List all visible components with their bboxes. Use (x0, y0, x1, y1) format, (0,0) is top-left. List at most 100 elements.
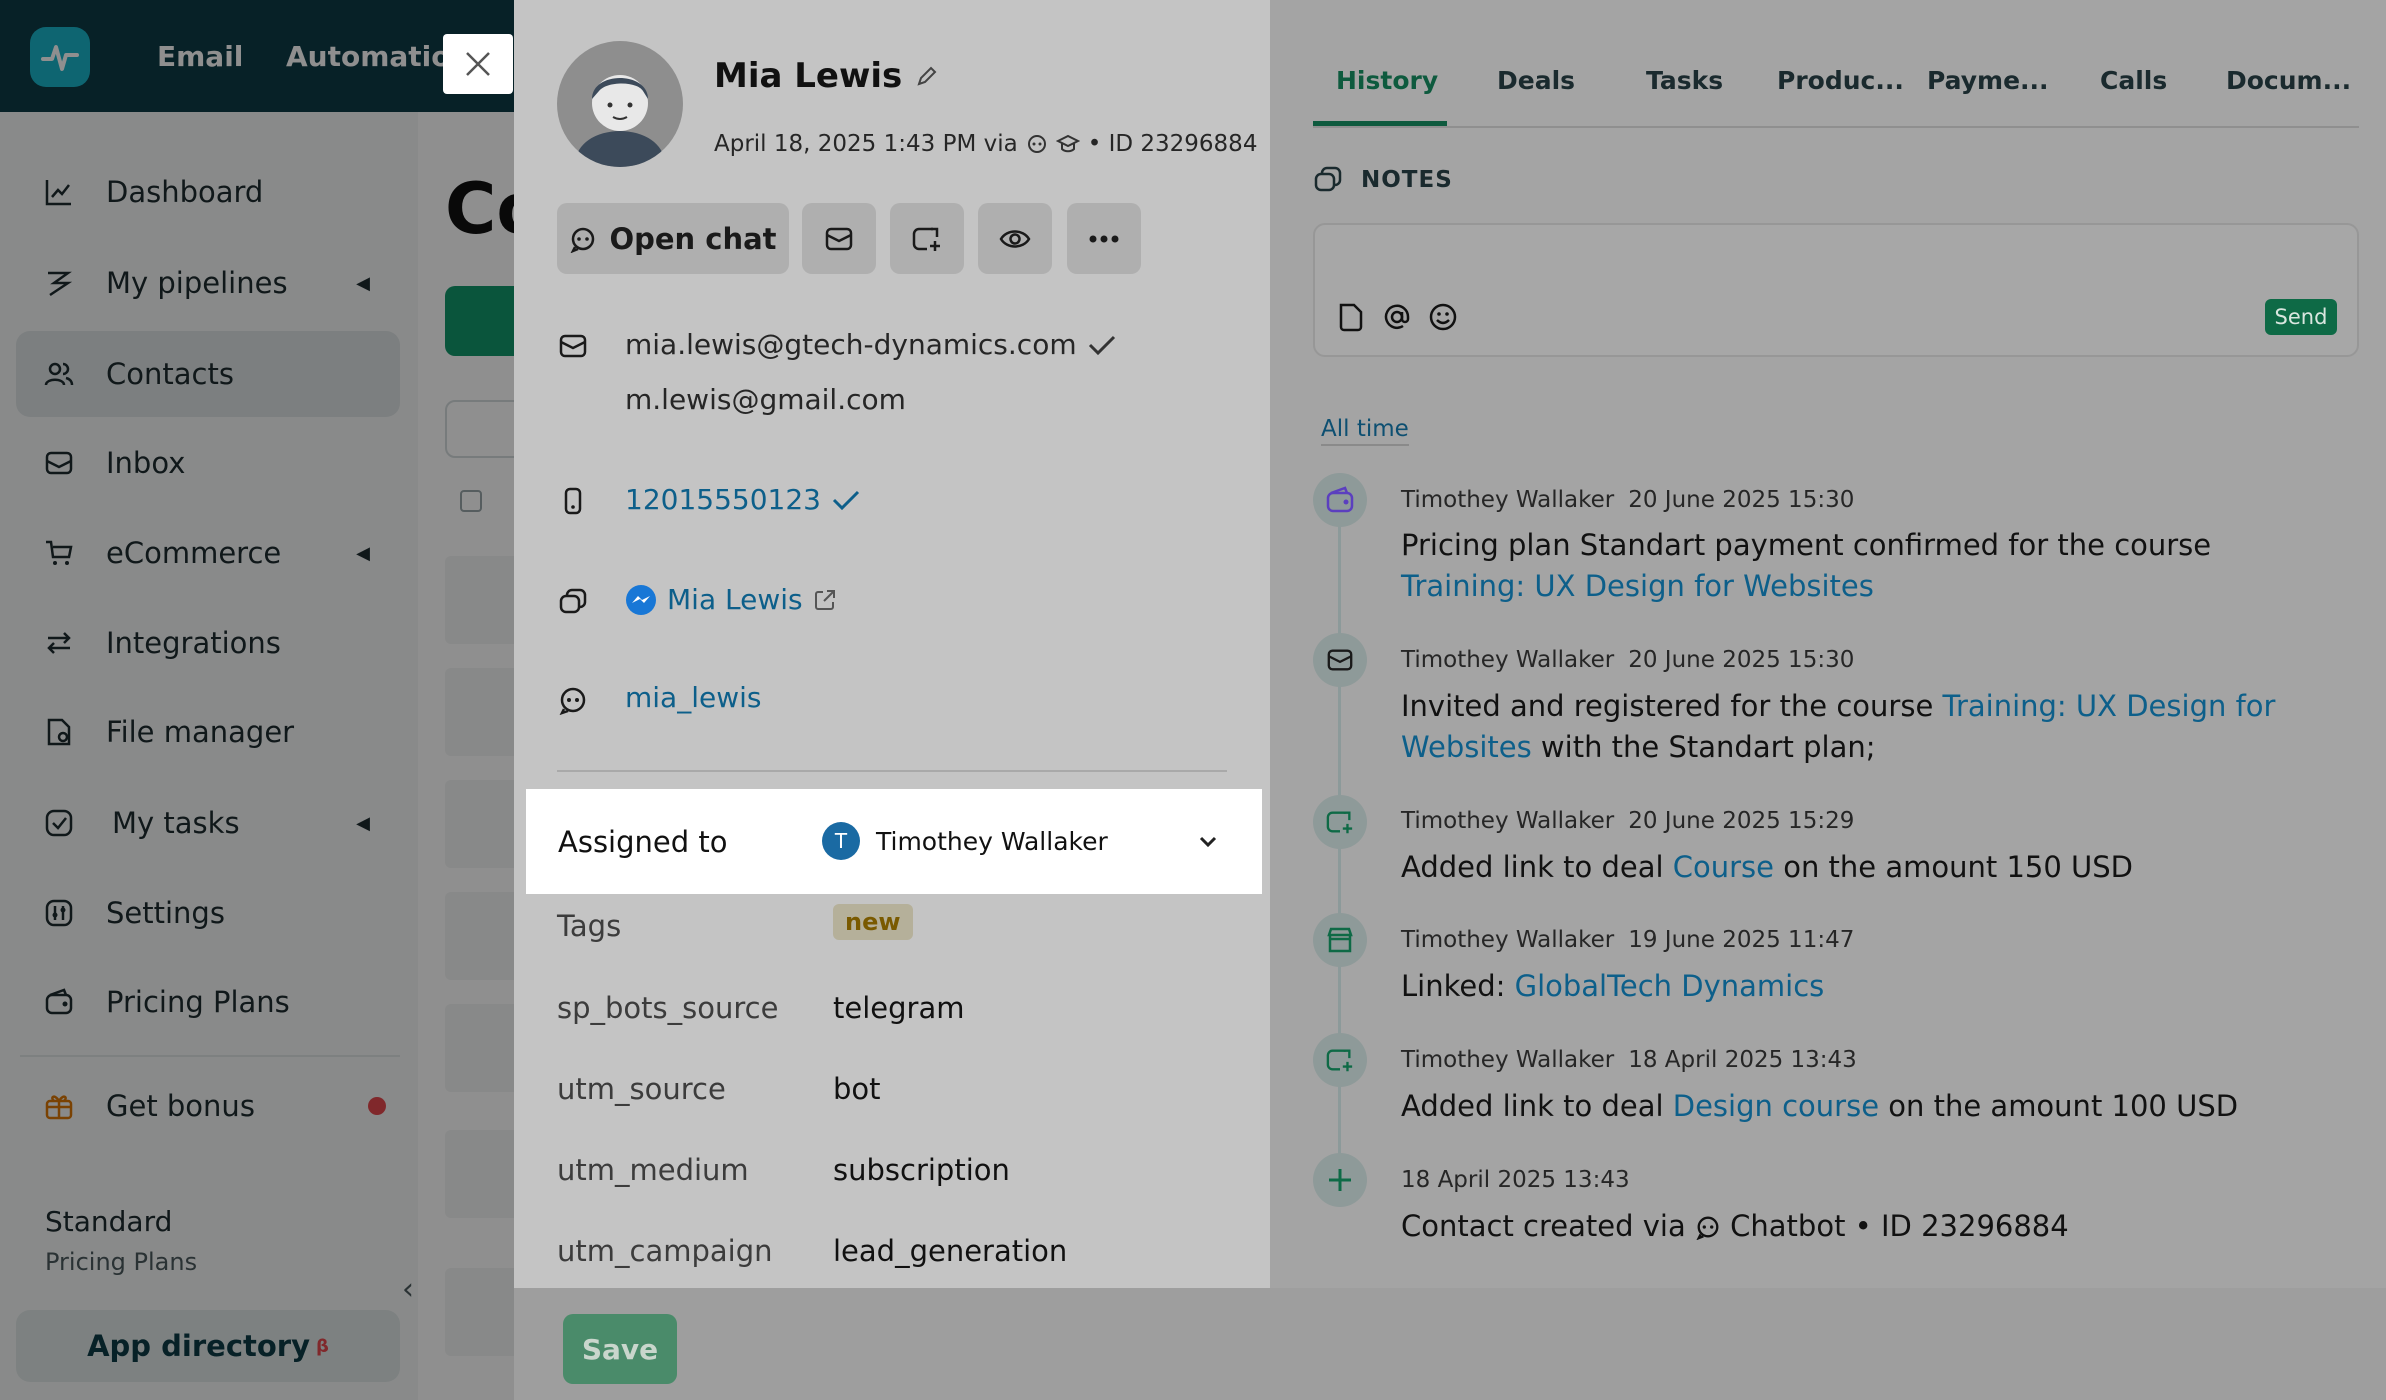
tab-history[interactable]: History (1336, 66, 1438, 95)
event-link[interactable]: Design course (1673, 1089, 1879, 1123)
event-text-post: on the amount 150 USD (1774, 850, 2134, 884)
field-value[interactable]: bot (833, 1072, 881, 1106)
tab-documents[interactable]: Docum... (2226, 66, 2351, 95)
plus-icon (1313, 1153, 1367, 1207)
tab-bar (1313, 0, 2359, 128)
event-text: Linked: GlobalTech Dynamics (1401, 966, 2341, 1007)
event-meta: Timothey Wallaker 20 June 2025 15:30 (1401, 487, 1854, 513)
chatbot-icon (557, 684, 589, 716)
verified-check-icon (1088, 335, 1115, 355)
field-value[interactable]: telegram (833, 991, 964, 1025)
contact-meta: April 18, 2025 1:43 PM via • ID 23296884 (714, 131, 1257, 157)
save-button[interactable]: Save (563, 1314, 677, 1384)
event-meta: Timothey Wallaker 18 April 2025 13:43 (1401, 1047, 1857, 1073)
tab-products[interactable]: Produc... (1777, 66, 1904, 95)
chevron-down-icon[interactable] (1196, 831, 1220, 855)
event-text-pre: Added link to deal (1401, 1089, 1673, 1123)
event-text-post: on the amount 100 USD (1879, 1089, 2239, 1123)
eye-icon (999, 229, 1031, 248)
tab-payments[interactable]: Payme... (1927, 66, 2049, 95)
divider (557, 770, 1227, 772)
created-date: April 18, 2025 1:43 PM via (714, 131, 1018, 157)
event-link[interactable]: Course (1673, 850, 1774, 884)
event-text-post: with the Standart plan; (1531, 730, 1876, 764)
tab-tasks[interactable]: Tasks (1646, 66, 1723, 95)
messenger-link[interactable]: Mia Lewis (625, 583, 837, 616)
messenger-name: Mia Lewis (667, 583, 803, 616)
more-actions-button[interactable] (1067, 203, 1141, 274)
field-value[interactable]: subscription (833, 1153, 1010, 1187)
event-time: 19 June 2025 11:47 (1628, 927, 1855, 953)
close-panel-button[interactable] (443, 34, 513, 94)
verified-check-icon (832, 490, 860, 510)
add-deal-icon (1313, 795, 1367, 849)
event-text: Pricing plan Standart payment confirmed … (1401, 525, 2341, 607)
contact-id: • ID 23296884 (1087, 131, 1258, 157)
external-link-icon (814, 589, 835, 610)
chatbot-username[interactable]: mia_lewis (625, 681, 762, 714)
event-text: Added link to deal Course on the amount … (1401, 847, 2341, 888)
open-chat-button[interactable]: Open chat (557, 203, 789, 274)
chatbot-icon (1696, 1216, 1719, 1241)
email-primary-text: mia.lewis@gtech-dynamics.com (625, 328, 1077, 361)
email-secondary[interactable]: m.lewis@gmail.com (625, 383, 906, 416)
store-icon (1313, 913, 1367, 967)
notes-icon (1314, 166, 1342, 192)
event-text-pre: Linked: (1401, 969, 1515, 1003)
contact-name: Mia Lewis (714, 56, 938, 96)
event-text: Invited and registered for the course Tr… (1401, 686, 2341, 768)
event-text-pre: Added link to deal (1401, 850, 1673, 884)
note-toolbar (1335, 301, 1459, 333)
avatar (557, 41, 683, 167)
tag-badge[interactable]: new (833, 904, 913, 940)
tags-label: Tags (557, 909, 622, 943)
phone-number[interactable]: 12015550123 (625, 483, 861, 516)
notes-input[interactable]: Send (1313, 223, 2359, 357)
event-time: 18 April 2025 13:43 (1628, 1047, 1857, 1073)
notes-label: NOTES (1361, 167, 1453, 193)
assigned-to-select[interactable]: Assigned to T Timothey Wallaker (526, 789, 1262, 894)
mail-icon (557, 330, 589, 362)
graduation-cap-icon (1055, 134, 1080, 153)
wallet-icon (1313, 473, 1367, 527)
email-secondary-text: m.lewis@gmail.com (625, 383, 906, 416)
messengers-icon (557, 586, 589, 618)
attach-file-icon[interactable] (1335, 301, 1367, 333)
period-filter[interactable]: All time (1321, 416, 1409, 446)
phone-number-text: 12015550123 (625, 483, 821, 516)
messenger-icon (626, 584, 656, 615)
event-text-post: Chatbot • ID 23296884 (1720, 1209, 2069, 1243)
field-label: utm_campaign (557, 1234, 773, 1268)
event-time: 20 June 2025 15:30 (1628, 487, 1855, 513)
field-label: sp_bots_source (557, 991, 779, 1025)
add-deal-button[interactable] (890, 203, 964, 274)
event-text: Contact created via Chatbot • ID 2329688… (1401, 1206, 2341, 1247)
event-link[interactable]: Training: UX Design for Websites (1401, 569, 1874, 603)
event-text-pre: Contact created via (1401, 1209, 1695, 1243)
event-link[interactable]: GlobalTech Dynamics (1515, 969, 1825, 1003)
field-value[interactable]: lead_generation (833, 1234, 1067, 1268)
send-email-button[interactable] (802, 203, 876, 274)
event-text-pre: Pricing plan Standart payment confirmed … (1401, 528, 2212, 562)
mail-icon (1313, 633, 1367, 687)
event-author: Timothey Wallaker (1401, 1047, 1615, 1073)
emoji-icon[interactable] (1427, 301, 1459, 333)
active-tab-indicator (1313, 121, 1447, 126)
close-icon (466, 52, 490, 76)
watch-button[interactable] (978, 203, 1052, 274)
tab-deals[interactable]: Deals (1497, 66, 1575, 95)
add-deal-icon (1313, 1033, 1367, 1087)
email-primary[interactable]: mia.lewis@gtech-dynamics.com (625, 328, 1117, 361)
add-deal-icon (912, 227, 940, 251)
field-label: utm_medium (557, 1153, 749, 1187)
event-author: Timothey Wallaker (1401, 487, 1615, 513)
event-author: Timothey Wallaker (1401, 808, 1615, 834)
assignee-avatar: T (822, 822, 860, 860)
send-note-button[interactable]: Send (2265, 299, 2337, 335)
event-text: Added link to deal Design course on the … (1401, 1086, 2341, 1127)
tab-calls[interactable]: Calls (2100, 66, 2167, 95)
event-text-pre: Invited and registered for the course (1401, 689, 1943, 723)
open-chat-label: Open chat (609, 221, 777, 256)
pencil-icon[interactable] (916, 65, 938, 87)
mention-icon[interactable] (1381, 301, 1413, 333)
